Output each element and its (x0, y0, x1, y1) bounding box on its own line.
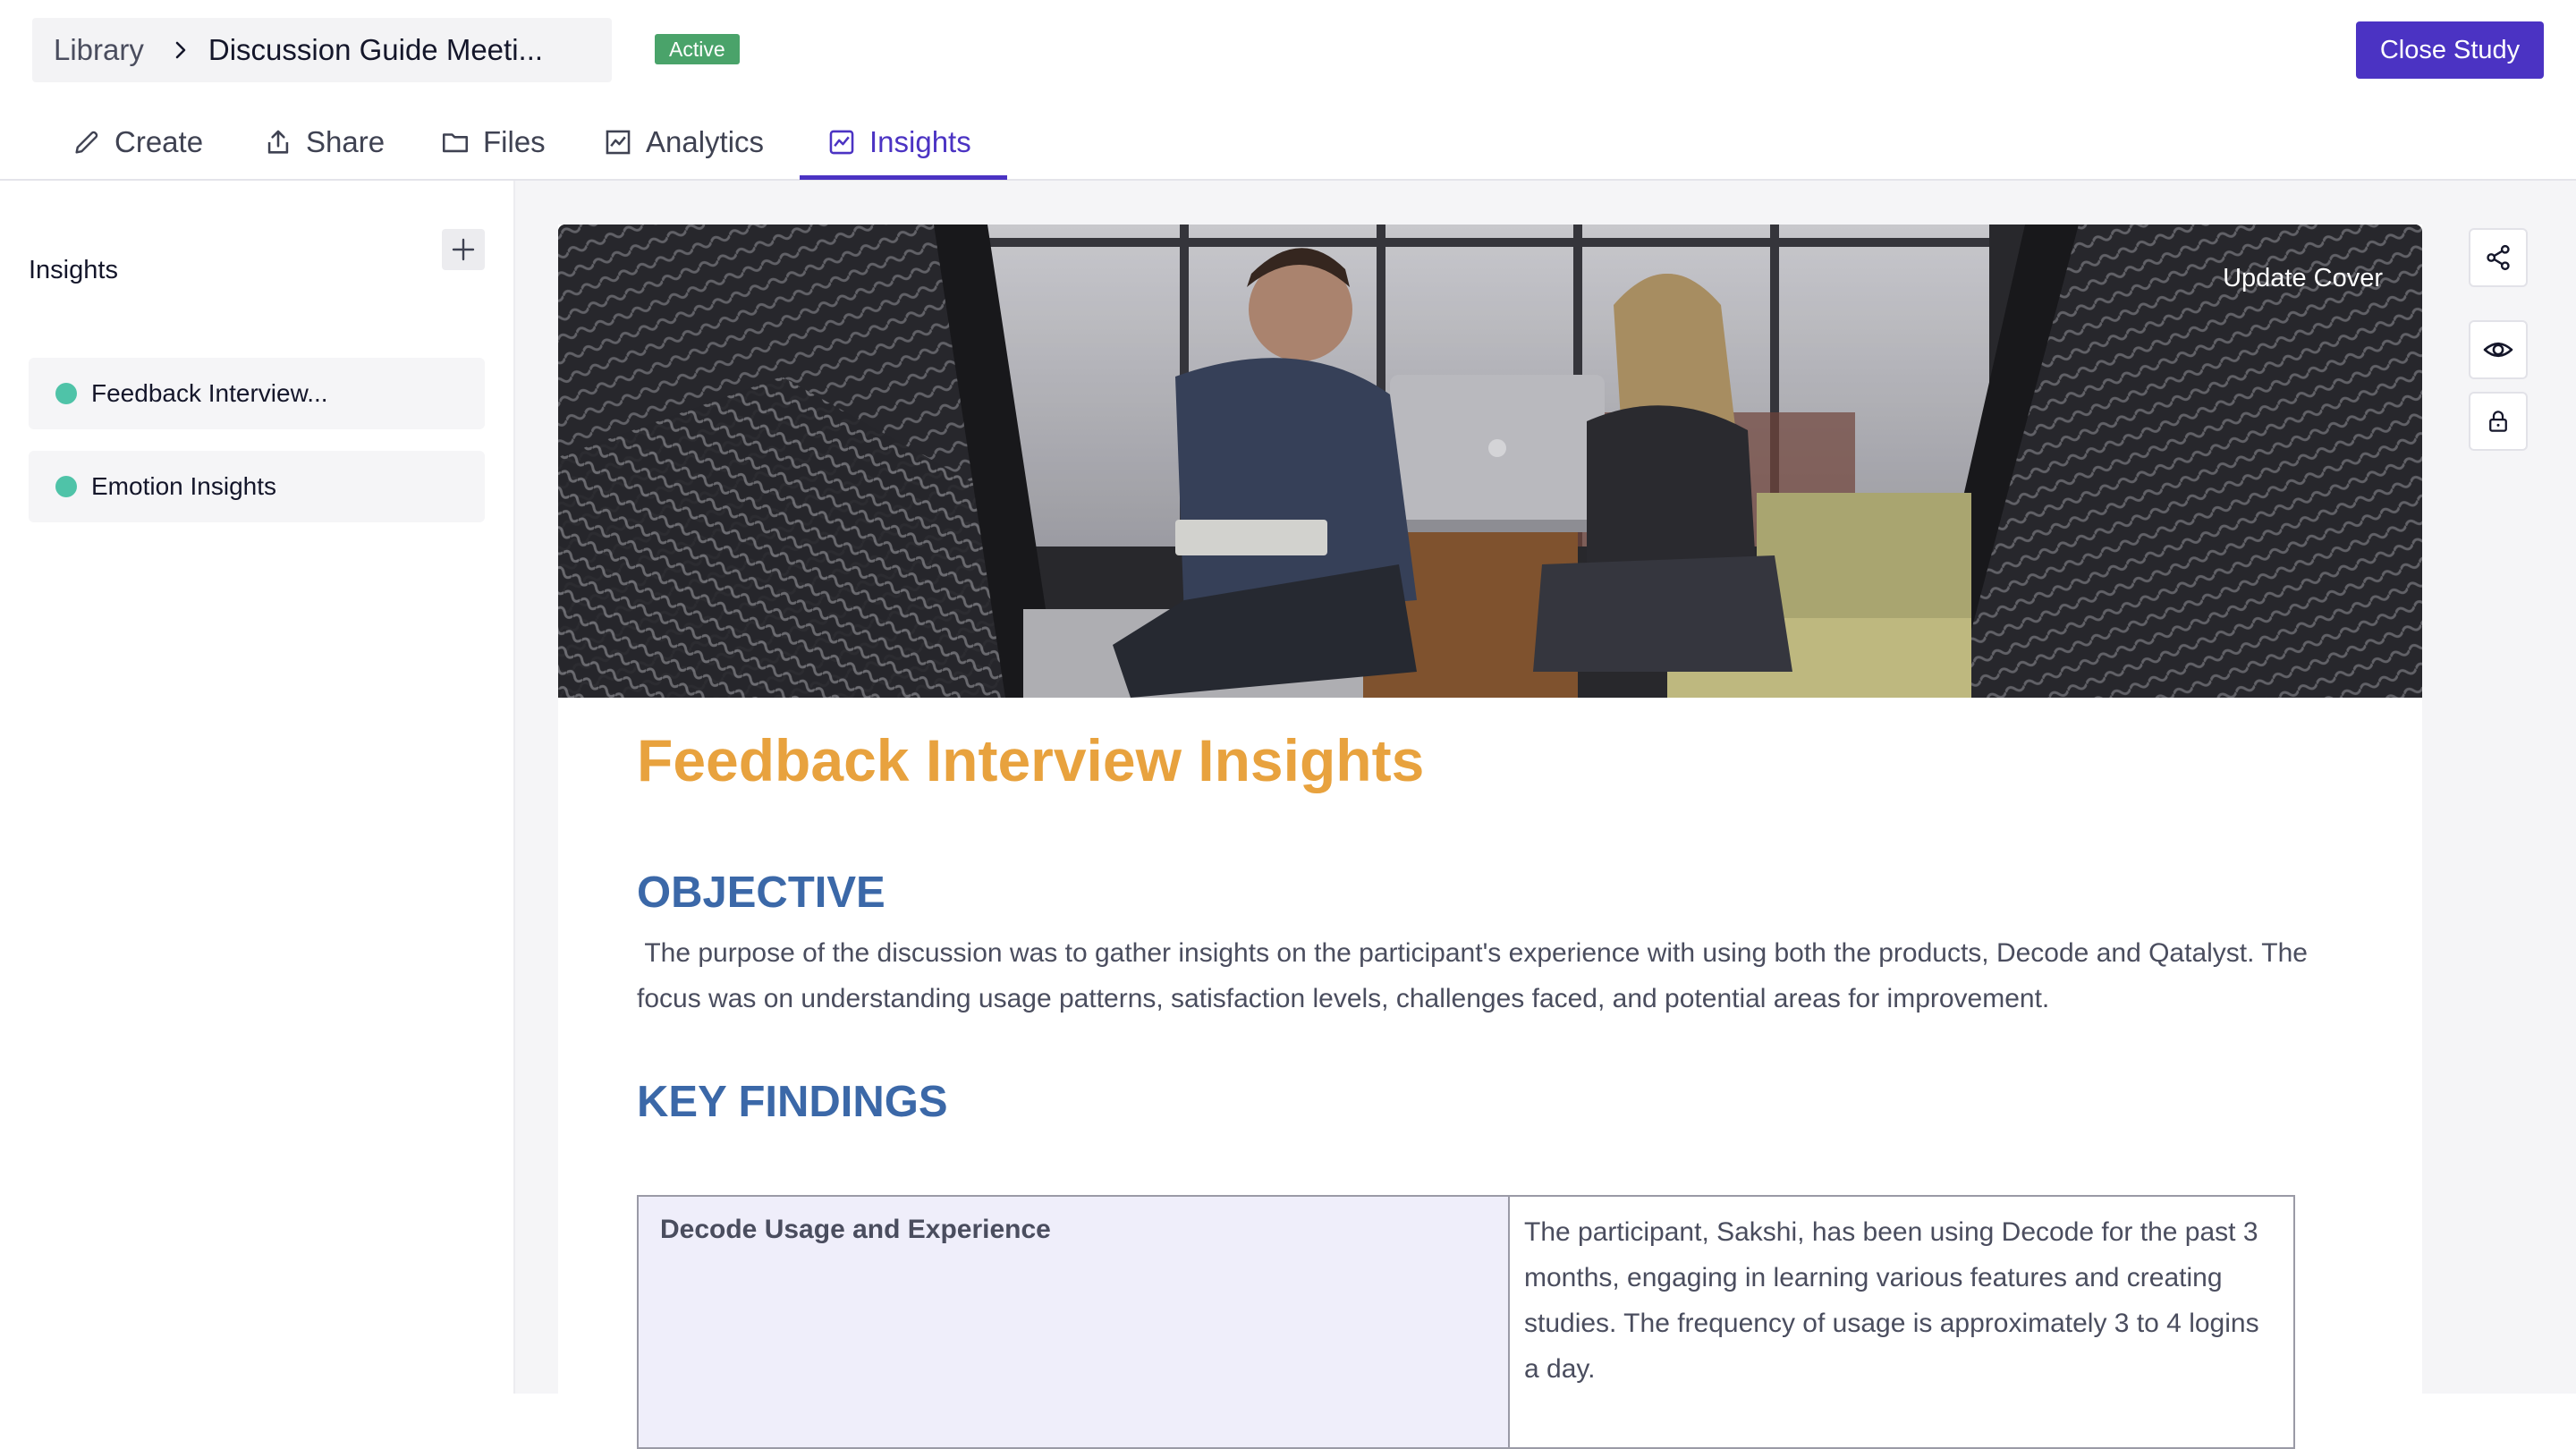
sidebar-item-feedback-interview[interactable]: Feedback Interview... (29, 358, 485, 429)
sidebar-title: Insights (29, 256, 118, 284)
chevron-right-icon (174, 40, 187, 60)
insights-icon (829, 130, 854, 155)
pencil-icon (75, 131, 98, 154)
share-nodes-icon (2487, 244, 2510, 271)
finding-label-cell[interactable]: Decode Usage and Experience (637, 1195, 1510, 1449)
update-cover-button[interactable]: Update Cover (2223, 264, 2383, 293)
status-badge: Active (655, 34, 740, 64)
document-title[interactable]: Feedback Interview Insights (637, 726, 1424, 794)
table-row: Decode Usage and Experience The particip… (637, 1195, 2295, 1449)
key-findings-heading[interactable]: KEY FINDINGS (637, 1077, 948, 1127)
breadcrumb-library-link[interactable]: Library (54, 33, 144, 67)
folder-icon (442, 133, 469, 153)
share-upload-icon (267, 130, 289, 154)
tab-analytics-label: Analytics (646, 125, 765, 158)
eye-icon (2483, 342, 2513, 358)
breadcrumb-current-study[interactable]: Discussion Guide Meeti... (208, 33, 543, 67)
lock-icon (2489, 411, 2507, 432)
plus-icon (452, 238, 475, 261)
cover-photo (558, 225, 2422, 698)
status-dot-icon (55, 383, 77, 404)
tab-bar: Create Share Files Analytics Insights (0, 106, 2576, 181)
key-findings-table: Decode Usage and Experience The particip… (637, 1195, 2295, 1449)
objective-paragraph[interactable]: The purpose of the discussion was to gat… (637, 930, 2345, 1021)
sidebar-item-label: Feedback Interview... (91, 379, 328, 407)
share-insight-button[interactable] (2469, 228, 2528, 287)
tab-analytics[interactable]: Analytics (603, 106, 764, 179)
tab-files[interactable]: Files (440, 106, 546, 179)
tab-files-label: Files (483, 125, 546, 158)
objective-heading[interactable]: OBJECTIVE (637, 868, 886, 918)
insights-sidebar: Insights Feedback Interview... Emotion I… (0, 181, 515, 1394)
tab-create-label: Create (114, 125, 204, 158)
active-tab-indicator (800, 175, 1007, 180)
lock-button[interactable] (2469, 392, 2528, 451)
add-insight-button[interactable] (442, 229, 485, 270)
sidebar-item-emotion-insights[interactable]: Emotion Insights (29, 451, 485, 522)
tab-insights[interactable]: Insights (826, 106, 971, 179)
tab-create[interactable]: Create (72, 106, 203, 179)
tab-share[interactable]: Share (263, 106, 385, 179)
close-study-button[interactable]: Close Study (2356, 21, 2544, 79)
finding-value-cell[interactable]: The participant, Sakshi, has been using … (1508, 1195, 2295, 1449)
tab-share-label: Share (306, 125, 386, 158)
status-dot-icon (55, 476, 77, 497)
sidebar-item-label: Emotion Insights (91, 472, 276, 500)
tab-insights-label: Insights (869, 125, 971, 158)
cover-image: Update Cover (558, 225, 2422, 698)
breadcrumb: Library Discussion Guide Meeti... (32, 18, 612, 82)
chart-icon (606, 130, 631, 155)
preview-button[interactable] (2469, 320, 2528, 379)
